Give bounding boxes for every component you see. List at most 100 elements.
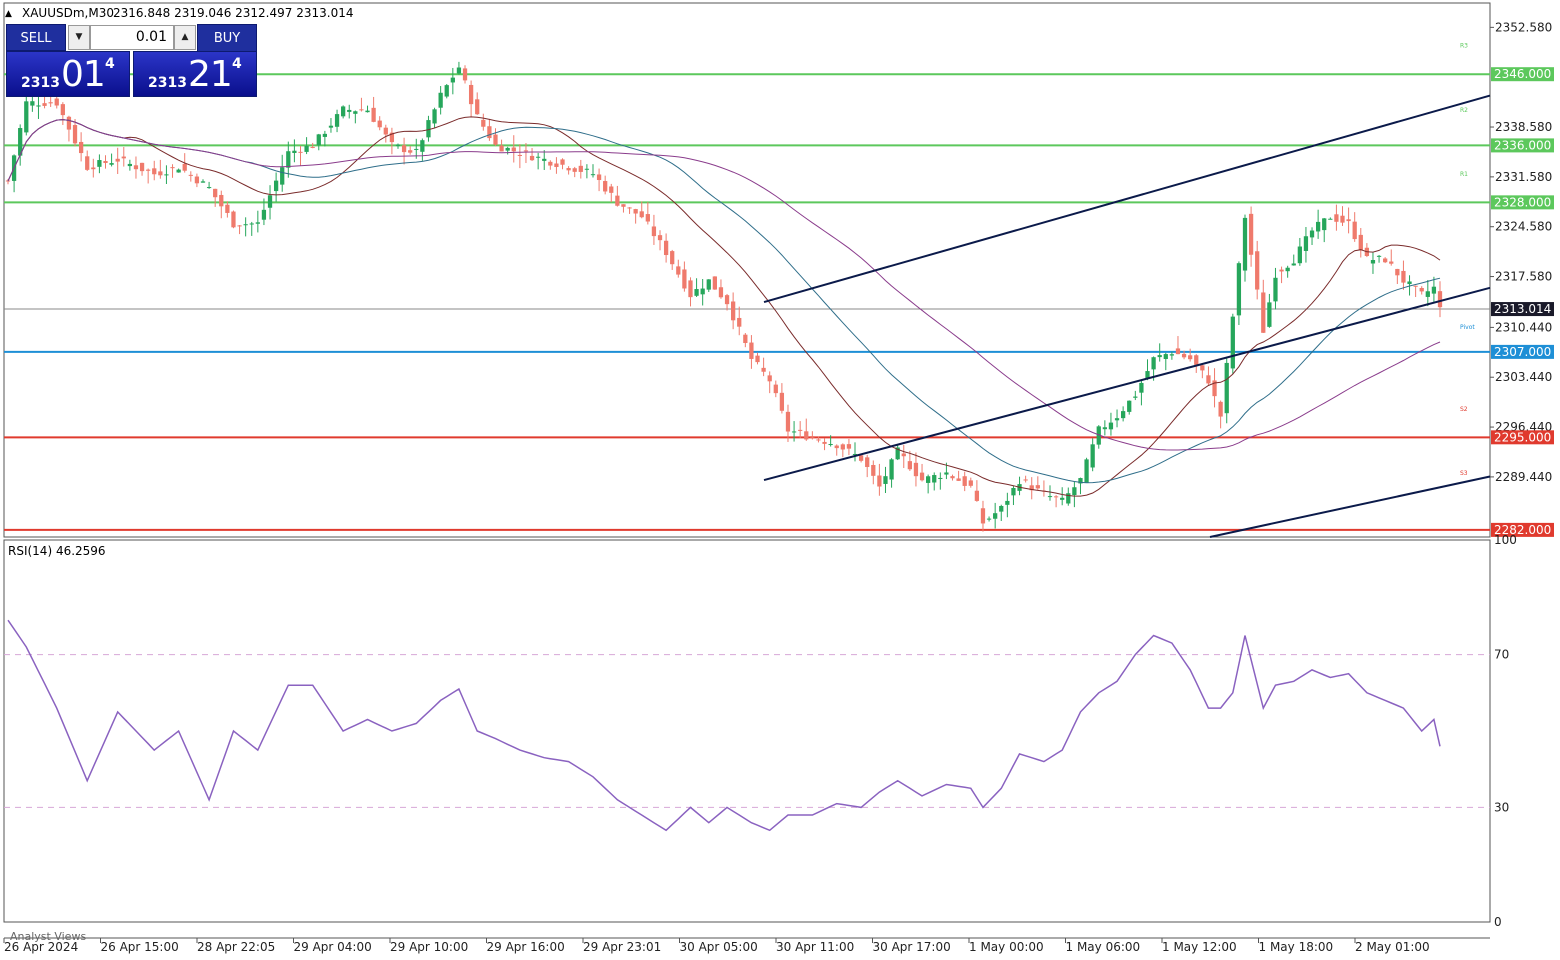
candle-body	[359, 109, 364, 111]
candle-body	[298, 151, 303, 153]
candle-body	[1218, 401, 1223, 417]
candle-body	[846, 444, 852, 449]
sell-price-button[interactable]: 2313 01 4	[6, 51, 130, 97]
candle-body	[273, 180, 279, 192]
candle-body	[694, 289, 699, 296]
candle-body	[1188, 355, 1193, 360]
candle-body	[231, 211, 236, 228]
candle-body	[91, 167, 96, 170]
candle-body	[560, 159, 565, 165]
candle-body	[1072, 487, 1077, 496]
candle-body	[292, 150, 297, 153]
candle-body	[596, 174, 602, 181]
candle-body	[468, 84, 474, 105]
candle-body	[267, 195, 273, 208]
candle-body	[1279, 269, 1284, 272]
candle-body	[810, 436, 815, 438]
candle-body	[944, 472, 949, 475]
lot-size-input[interactable]: 0.01	[90, 25, 174, 50]
rsi-axis-label: 30	[1494, 800, 1509, 814]
candle-body	[1376, 255, 1382, 257]
candle-body	[1346, 219, 1351, 222]
candle-body	[255, 222, 260, 224]
candle-body	[85, 156, 90, 170]
time-axis-label: 30 Apr 05:00	[680, 940, 758, 954]
buy-price-fraction: 4	[232, 56, 242, 72]
candle-body	[1328, 218, 1333, 220]
candle-body	[353, 111, 358, 114]
buy-price-button[interactable]: 2313 21 4	[133, 51, 257, 97]
lot-decrease-button[interactable]: ▼	[68, 25, 90, 50]
time-axis-label: 26 Apr 15:00	[101, 940, 179, 954]
candle-body	[493, 134, 498, 145]
candle-body	[127, 163, 133, 167]
candle-body	[1389, 261, 1394, 264]
price-axis-label: 2303.440	[1495, 370, 1552, 384]
time-axis-label: 1 May 06:00	[1066, 940, 1141, 954]
candle-body	[584, 168, 590, 170]
candle-body	[980, 508, 986, 524]
watermark-label: Analyst Views	[10, 930, 86, 943]
candle-body	[48, 102, 53, 104]
level-tag-label: 2346.000	[1494, 67, 1551, 81]
candle-body	[1023, 479, 1028, 481]
candle-body	[1425, 291, 1430, 297]
candle-body	[1334, 214, 1339, 222]
candle-body	[121, 156, 126, 159]
candle-body	[1291, 263, 1296, 266]
candle-body	[341, 106, 346, 117]
candle-body	[1181, 353, 1187, 358]
candle-body	[670, 251, 675, 265]
candle-body	[749, 342, 754, 359]
sell-button[interactable]: SELL	[6, 24, 66, 51]
candle-body	[889, 459, 894, 480]
candle-body	[1108, 422, 1114, 430]
candle-body	[1255, 251, 1260, 290]
candle-body	[517, 154, 522, 156]
candle-body	[188, 174, 193, 176]
rsi-pane	[3, 539, 1491, 923]
candle-body	[286, 151, 291, 168]
candle-body	[974, 490, 980, 501]
candle-body	[554, 163, 559, 167]
candle-body	[986, 518, 992, 520]
candle-body	[1285, 267, 1290, 272]
candle-body	[481, 119, 486, 127]
level-tag-label: 2336.000	[1494, 138, 1551, 152]
candle-body	[615, 195, 620, 206]
candle-body	[237, 225, 242, 227]
candle-body	[840, 444, 845, 450]
candle-body	[444, 85, 449, 97]
price-axis-label: 2317.580	[1495, 270, 1552, 284]
candle-body	[219, 194, 224, 207]
collapse-toggle-icon: ▲	[5, 9, 12, 19]
candle-body	[1035, 485, 1040, 489]
candle-body	[1005, 500, 1010, 505]
candle-body	[743, 334, 748, 344]
candle-body	[798, 429, 803, 431]
one-click-trading-panel: SELL ▼ 0.01 ▲ BUY 2313 01 4 2313 21 4	[6, 24, 257, 98]
candle-body	[1358, 234, 1363, 251]
buy-button[interactable]: BUY	[197, 24, 257, 53]
pivot-point-label: R3	[1460, 43, 1468, 50]
candle-body	[676, 266, 681, 275]
candle-body	[414, 148, 419, 150]
candle-body	[42, 103, 47, 106]
candle-body	[993, 513, 998, 519]
candle-body	[438, 92, 443, 108]
candle-body	[206, 187, 212, 189]
candle-body	[773, 384, 778, 394]
candle-body	[1011, 488, 1016, 496]
candle-body	[334, 114, 340, 127]
time-axis-label: 29 Apr 04:00	[294, 940, 372, 954]
sell-price-pips: 01	[61, 54, 106, 95]
lot-increase-button[interactable]: ▲	[174, 25, 196, 50]
price-axis-label: 2352.580	[1495, 20, 1552, 34]
candle-body	[737, 317, 742, 327]
candle-body	[1114, 418, 1120, 421]
price-chart[interactable]: XAUUSDm,M30 2316.848 2319.046 2312.497 23…	[0, 0, 1560, 960]
candle-body	[755, 355, 760, 363]
candle-body	[347, 109, 352, 112]
candle-body	[1419, 288, 1424, 292]
candle-body	[78, 141, 84, 154]
